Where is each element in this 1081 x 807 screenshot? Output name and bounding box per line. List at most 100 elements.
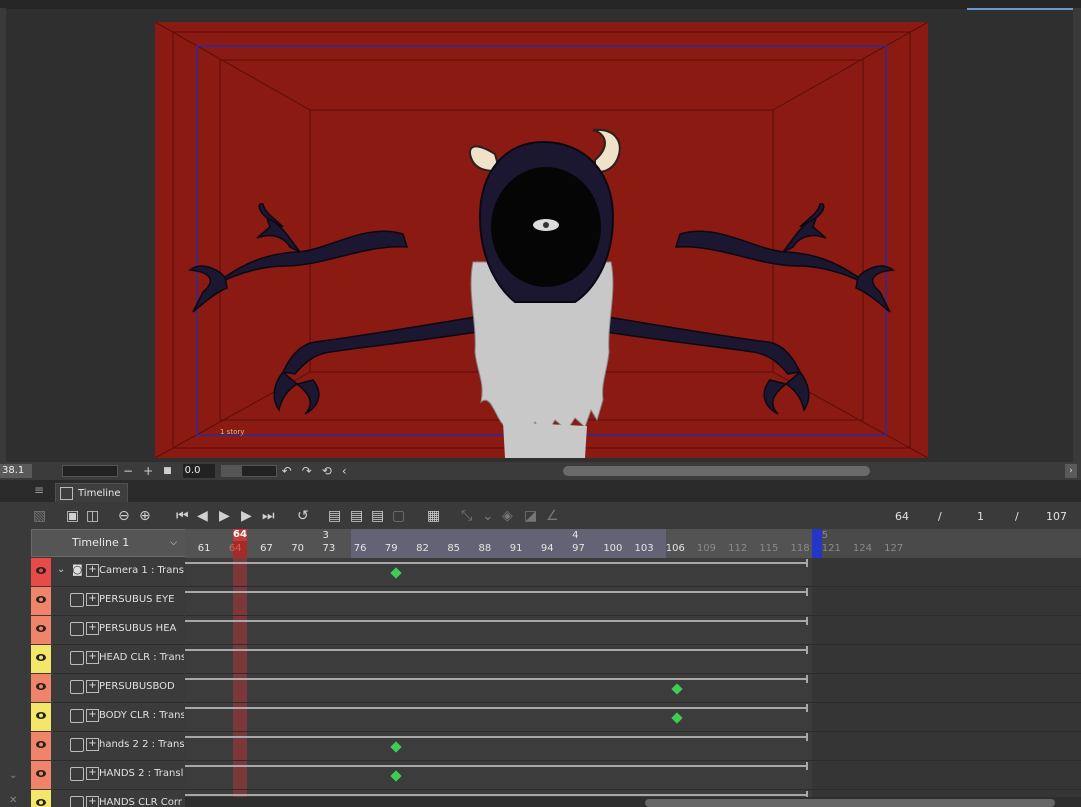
zoom-in-icon[interactable]: ⊕ [139,508,151,524]
layer-row[interactable]: + HANDS 2 : Transl [0,761,1081,790]
eye-icon[interactable] [36,653,46,662]
eye-icon[interactable] [36,682,46,691]
clip-bar[interactable] [185,707,808,709]
layer-label-area[interactable]: + hands 2 2 : Transl [53,732,184,761]
expand-icon[interactable]: + [86,767,99,780]
delete-cel-icon[interactable]: ▢ [392,508,405,524]
canvas-area[interactable]: 1 story [0,0,1081,462]
new-anim-folder-icon[interactable]: ▤ [328,508,341,524]
layer-row[interactable]: + HEAD CLR : Trans [0,645,1081,674]
chevron-down-icon[interactable]: ⌄ [482,508,494,524]
clip-bar[interactable] [185,794,808,796]
clip-bar[interactable] [185,678,808,680]
brush-icon[interactable]: ∠ [546,508,559,524]
close-icon[interactable]: ✕ [9,795,17,806]
canvas-horizontal-scrollbar[interactable] [563,466,870,476]
expand-icon[interactable]: + [86,796,99,807]
clip-end[interactable] [806,733,808,741]
clip-end[interactable] [806,559,808,567]
expand-icon[interactable]: + [86,564,99,577]
fit-button[interactable]: ■ [163,466,172,476]
scroll-right-button[interactable]: › [1065,464,1077,478]
play-icon[interactable]: ▶ [219,508,230,524]
loop-icon[interactable]: ↺ [297,508,309,524]
rotate-left-button[interactable]: ↶ [282,464,292,478]
expand-icon[interactable]: + [86,622,99,635]
layer-track[interactable] [185,587,1081,616]
zoom-out-icon[interactable]: ⊖ [118,508,130,524]
keyframe-marker[interactable] [671,712,683,724]
clip-bar[interactable] [185,620,808,622]
layer-track[interactable] [185,703,1081,732]
rotate-right-button[interactable]: ↷ [302,464,312,478]
rotation-value[interactable]: 0.0 [182,464,215,478]
eye-icon[interactable] [36,711,46,720]
eye-icon[interactable] [36,769,46,778]
layer-row[interactable]: + hands 2 2 : Transl [0,732,1081,761]
specify-cel-icon[interactable]: ▤ [371,508,384,524]
clip-end[interactable] [806,617,808,625]
eye-icon[interactable] [36,595,46,604]
eye-icon[interactable] [36,624,46,633]
graph-icon[interactable]: ▧ [33,508,46,524]
timeline-horizontal-scrollbar[interactable] [185,797,1081,807]
zoom-value[interactable]: 38.1 [0,464,32,478]
eye-icon[interactable] [36,740,46,749]
clip-bar[interactable] [185,736,808,738]
layer-label-area[interactable]: + PERSUBUS EYE [53,587,184,616]
layer-row[interactable]: + PERSUBUSBOD [0,674,1081,703]
onion-skin-icon[interactable]: ▦ [427,508,440,524]
layer-track[interactable] [185,674,1081,703]
eye-icon[interactable] [36,798,46,807]
rotation-slider[interactable] [220,465,277,477]
layer-track[interactable] [185,616,1081,645]
new-timeline-icon[interactable]: ▣ [66,508,79,524]
end-frame-marker[interactable] [812,529,822,558]
clip-end[interactable] [806,762,808,770]
clip-bar[interactable] [185,562,808,564]
expand-icon[interactable]: + [86,709,99,722]
clip-bar[interactable] [185,649,808,651]
expand-icon[interactable]: + [86,738,99,751]
chevron-down-icon[interactable]: ⌄ [57,564,65,575]
next-frame-icon[interactable]: ▶ [241,508,252,524]
keyframe-icon[interactable]: ◈ [502,508,513,524]
layer-row[interactable]: + PERSUBUS EYE [0,587,1081,616]
reset-rotation-button[interactable]: ⟲ [322,464,332,478]
timeline-selector[interactable]: Timeline 1 ⌵ [31,529,186,557]
keyframe-marker[interactable] [671,683,683,695]
last-frame-icon[interactable]: ⏭ [262,508,275,524]
clip-end[interactable] [806,588,808,596]
frame-ruler[interactable]: 64 61 64 67 70 73 76 79 82 85 88 91 94 97 100 103 106 10… [185,529,1081,558]
keyframe-marker[interactable] [390,770,402,782]
layer-label-area[interactable]: + PERSUBUSBOD [53,674,184,703]
clip-end[interactable] [806,646,808,654]
layer-label-area[interactable]: + PERSUBUS HEA [53,616,184,645]
keyframe-marker[interactable] [390,741,402,753]
edit-timeline-icon[interactable]: ◫ [86,508,99,524]
expand-icon[interactable]: + [86,593,99,606]
layer-label-area[interactable]: + HANDS 2 : Transl [53,761,184,790]
keyframe-marker[interactable] [390,567,402,579]
clip-end[interactable] [806,675,808,683]
panel-menu-icon[interactable]: ≡ [34,483,44,497]
layer-track[interactable] [185,645,1081,674]
pen-key-icon[interactable]: ⤡ [461,508,472,524]
chevron-down-icon[interactable]: ⌄ [9,770,17,781]
clip-bar[interactable] [185,591,808,593]
stage-canvas[interactable]: 1 story [155,22,928,458]
layer-track[interactable] [185,761,1081,790]
layer-track[interactable] [185,732,1081,761]
layer-row[interactable]: + BODY CLR : Trans [0,703,1081,732]
layer-track[interactable] [185,558,1081,587]
zoom-in-button[interactable]: + [143,464,153,478]
new-cel-icon[interactable]: ▤ [350,508,363,524]
layer-row[interactable]: ⌄ ◙ + Camera 1 : Trans [0,558,1081,587]
eye-icon[interactable] [36,566,46,575]
clip-end[interactable] [806,704,808,712]
prev-frame-icon[interactable]: ◀ [197,508,208,524]
expand-icon[interactable]: + [86,680,99,693]
expand-icon[interactable]: + [86,651,99,664]
collapse-button[interactable]: ‹ [342,464,347,478]
tab-timeline[interactable]: Timeline [55,483,128,503]
